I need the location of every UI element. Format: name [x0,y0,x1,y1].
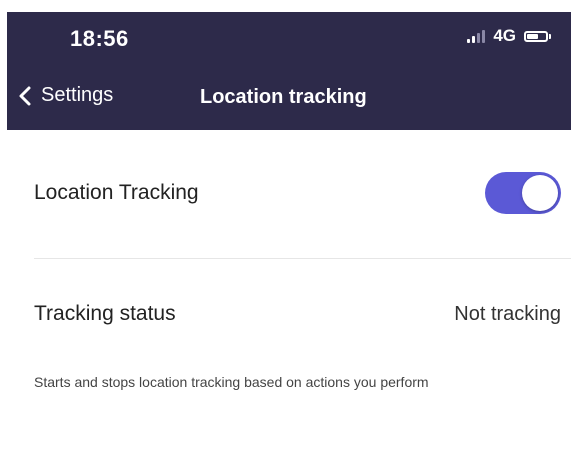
helper-text: Starts and stops location tracking based… [34,374,429,390]
header: 18:56 4G Settings Location tracking [7,12,571,130]
page-title: Location tracking [200,86,367,108]
screen: 18:56 4G Settings Location tracking Loca… [0,0,571,450]
toggle-knob [522,175,558,211]
signal-icon [467,29,486,43]
network-label: 4G [493,26,516,45]
status-indicators: 4G [467,26,551,46]
chevron-left-icon [19,86,31,105]
tracking-status-row: Tracking status Not tracking [34,302,561,326]
back-label: Settings [41,84,114,106]
back-button[interactable]: Settings [17,84,113,107]
tracking-status-label: Tracking status [34,302,176,325]
battery-icon [524,30,551,42]
location-tracking-toggle[interactable] [485,172,561,214]
tracking-status-value: Not tracking [454,302,561,325]
divider [34,258,571,259]
location-tracking-row: Location Tracking [34,172,561,214]
status-time: 18:56 [70,26,129,51]
top-strip [0,0,571,12]
location-tracking-label: Location Tracking [34,181,199,204]
